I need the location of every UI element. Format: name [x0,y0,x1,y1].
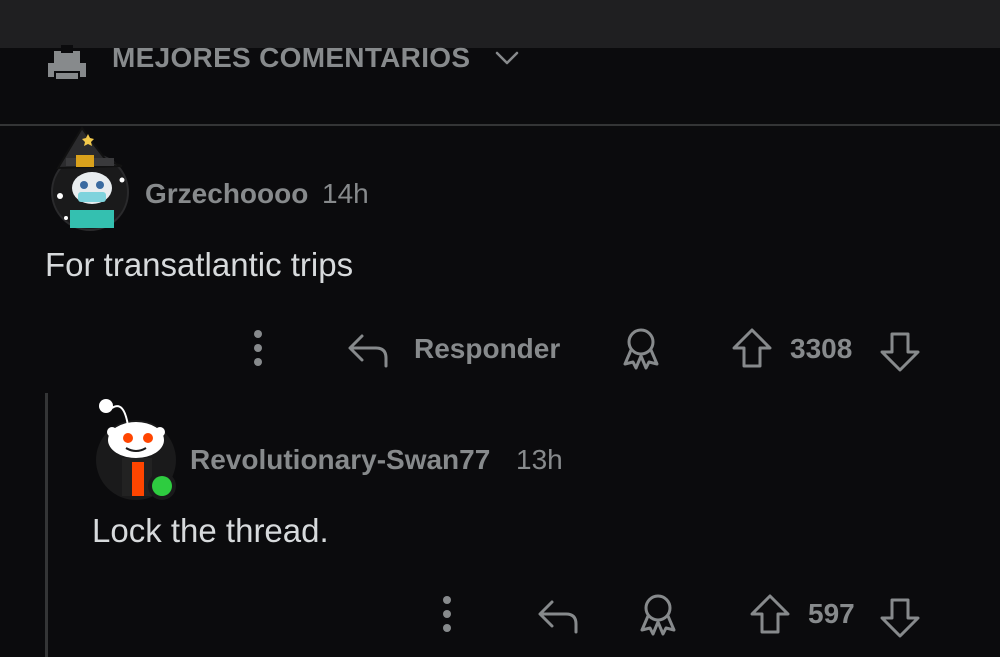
more-options-icon[interactable] [439,594,455,634]
reply-icon[interactable] [346,330,392,370]
comment-body: Lock the thread. [92,512,329,549]
downvote-icon[interactable] [878,330,922,374]
upvote-icon[interactable] [730,326,774,370]
comment-author[interactable]: Grzechoooo [145,178,308,210]
vote-count: 3308 [790,333,853,364]
rocket-icon[interactable] [44,45,90,83]
avatar[interactable] [94,392,180,504]
sort-bar: MEJORES COMENTARIOS [0,40,1000,124]
upvote-icon[interactable] [748,592,792,636]
sort-label[interactable]: MEJORES COMENTARIOS [112,42,470,74]
award-icon[interactable] [620,326,662,370]
award-icon[interactable] [637,592,679,636]
divider [0,124,1000,126]
reply-icon[interactable] [536,596,582,636]
chevron-down-icon[interactable] [494,48,520,68]
vote-count: 597 [808,598,855,629]
comment-body: For transatlantic trips [45,246,354,283]
thread-line[interactable] [45,393,48,657]
avatar[interactable] [48,122,132,234]
reply-button[interactable]: Responder [414,333,560,365]
comment-timestamp: 13h [516,444,563,475]
downvote-icon[interactable] [878,596,922,640]
more-options-icon[interactable] [250,328,266,368]
comment-timestamp: 14h [322,178,369,209]
comment-author[interactable]: Revolutionary-Swan77 [190,444,490,476]
